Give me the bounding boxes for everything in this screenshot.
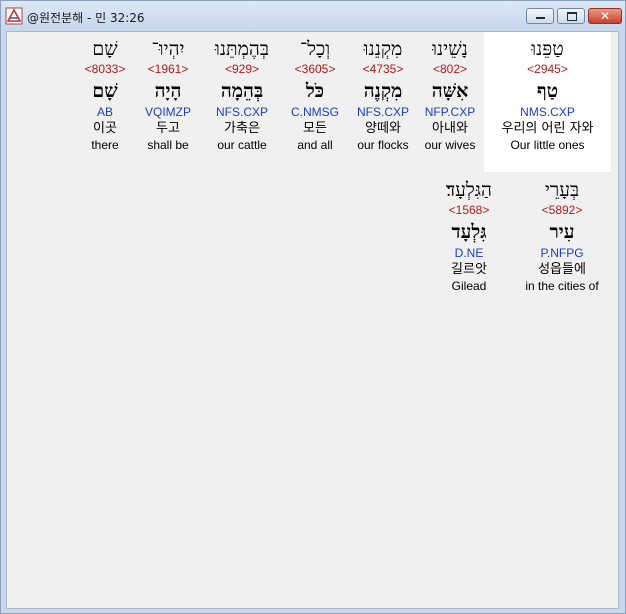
word-korean: 이곳 [93,121,117,136]
word-korean: 모든 [303,121,327,136]
word-hebrew: שָׁם [92,38,118,60]
word-parsing: NMS.CXP [520,105,575,119]
word-block[interactable]: וְכָל־ <3605> כֹּל C.NMSG 모든 and all [283,32,347,172]
word-strong-number[interactable]: <5892> [514,203,610,218]
word-lemma: עִיר [549,221,575,243]
word-block[interactable]: מִקְנֵנוּ <4735> מִקְנֶה NFS.CXP 양떼와 our… [350,32,416,172]
word-hebrew: בְּהֶמְתֵּנוּ [215,38,269,60]
word-parsing: P.NFPG [540,246,584,260]
word-parsing: NFP.CXP [424,105,476,119]
word-parsing: VQIMZP [144,105,191,119]
word-lemma: שָׁם [92,80,118,102]
word-english: in the cities of [525,279,599,293]
word-block[interactable]: בְּהֶמְתֵּנוּ <929> בְּהֵמָה NFS.CXP 가축은… [203,32,281,172]
word-hebrew: נָשֵׁינוּ [432,38,468,60]
maximize-icon [558,9,584,23]
word-english: Our little ones [510,138,585,152]
window-title: @원전분해 - 민 32:26 [27,11,145,25]
word-lemma: אִשָּׁה [431,80,469,102]
word-english: and all [297,138,333,152]
word-parsing: NFS.CXP [215,105,268,119]
word-parsing: D.NE [454,246,484,260]
word-english: there [91,138,119,152]
word-strong-number[interactable]: <802> [418,62,482,77]
word-strong-number[interactable]: <2945> [484,62,611,77]
word-parsing: NFS.CXP [356,105,409,119]
word-korean: 양떼와 [365,121,401,136]
close-button[interactable]: ✕ [588,8,622,24]
word-hebrew: מִקְנֵנוּ [363,38,403,60]
word-block[interactable]: טַפֵּנוּ <2945> טַף NMS.CXP 우리의 어린 자와 Ou… [484,32,611,172]
word-korean: 길르앗 [451,262,487,277]
word-english: our cattle [217,138,267,152]
word-lemma: גִּלְעָד [451,221,487,243]
word-hebrew: בְּעָרֵי [544,179,580,201]
word-strong-number[interactable]: <1961> [135,62,201,77]
app-icon[interactable] [5,7,23,25]
word-korean: 아내와 [432,121,468,136]
word-strong-number[interactable]: <1568> [426,203,512,218]
word-english: our flocks [357,138,409,152]
app-window: @원전분해 - 민 32:26 ✕ טַפֵּנוּ <2945> טַף NM… [0,0,626,614]
word-block[interactable]: יִהְיוּ־ <1961> הָיָה VQIMZP 두고 shall be [135,32,201,172]
maximize-button[interactable] [557,8,585,24]
word-lemma: הָיָה [154,80,182,102]
word-english: Gilead [451,279,487,293]
word-lemma: כֹּל [305,80,325,102]
word-english: shall be [147,138,189,152]
title-bar[interactable]: @원전분해 - 민 32:26 ✕ [1,1,625,31]
word-korean: 성읍들에 [538,262,586,277]
word-parsing: C.NMSG [291,105,339,119]
word-block[interactable]: שָׁם <8033> שָׁם AB 이곳 there [77,32,133,172]
word-hebrew: יִהְיוּ־ [151,38,185,60]
word-block[interactable]: הַגִּלְעָד׃ <1568> גִּלְעָד D.NE 길르앗 Gil… [426,173,512,313]
word-strong-number[interactable]: <929> [203,62,281,77]
word-lemma: טַף [536,80,559,102]
close-icon: ✕ [599,9,611,23]
word-block[interactable]: נָשֵׁינוּ <802> אִשָּׁה NFP.CXP 아내와 our … [418,32,482,172]
word-lemma: מִקְנֶה [363,80,403,102]
word-lemma: בְּהֵמָה [220,80,264,102]
word-korean: 가축은 [224,121,260,136]
word-korean: 우리의 어린 자와 [501,121,594,136]
interlinear-panel: טַפֵּנוּ <2945> טַף NMS.CXP 우리의 어린 자와 Ou… [6,31,619,609]
word-strong-number[interactable]: <4735> [350,62,416,77]
word-korean: 두고 [156,121,180,136]
word-strong-number[interactable]: <3605> [283,62,347,77]
word-hebrew: וְכָל־ [299,38,331,60]
word-strong-number[interactable]: <8033> [77,62,133,77]
word-parsing: AB [96,105,113,119]
word-hebrew: הַגִּלְעָד׃ [446,179,492,201]
word-block[interactable]: בְּעָרֵי <5892> עִיר P.NFPG 성읍들에 in the … [514,173,610,313]
word-english: our wives [424,138,476,152]
minimize-button[interactable] [526,8,554,24]
minimize-icon [527,9,553,23]
word-hebrew: טַפֵּנוּ [531,38,564,60]
